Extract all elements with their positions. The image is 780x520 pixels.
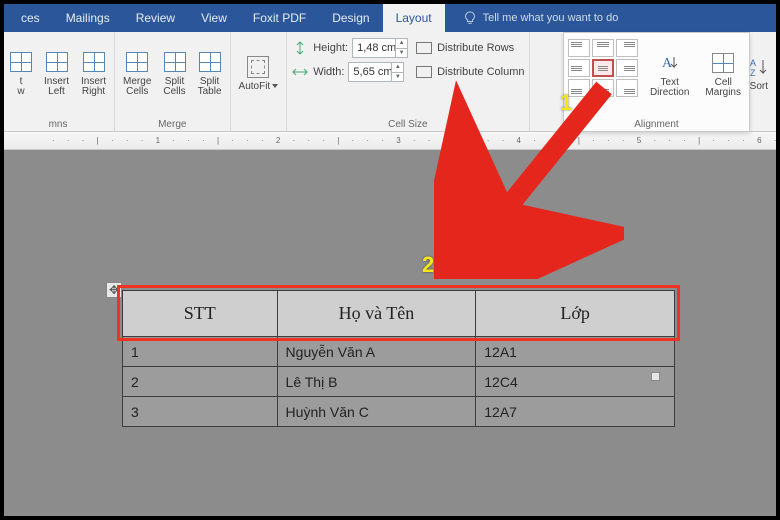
tab-design[interactable]: Design [319, 4, 382, 32]
tell-me-search[interactable]: Tell me what you want to do [445, 4, 619, 32]
width-input[interactable]: 5,65 cm▲▼ [348, 62, 404, 82]
table-header-class[interactable]: Lớp [476, 291, 675, 337]
ribbon-bar: tw InsertLeft InsertRight mns MergeCells… [4, 32, 776, 132]
insert-left-button[interactable]: InsertLeft [40, 34, 73, 112]
merge-cells-button[interactable]: MergeCells [119, 34, 155, 112]
annotation-callout-2: 2 [422, 252, 434, 278]
table-row: 1Nguyễn Văn A12A1 [123, 337, 675, 367]
lightbulb-icon [463, 11, 477, 25]
document-area: ✥ STT Họ và Tên Lớp 1Nguyễn Văn A12A1 2L… [4, 150, 776, 516]
cell-margins-button[interactable]: Cell Margins [701, 35, 745, 113]
group-label-cell-size: Cell Size [291, 118, 524, 130]
document-table[interactable]: STT Họ và Tên Lớp 1Nguyễn Văn A12A1 2Lê … [122, 290, 675, 427]
tell-me-label: Tell me what you want to do [483, 12, 619, 24]
align-middle-right[interactable] [616, 59, 638, 77]
distribute-rows-button[interactable]: Distribute Rows [416, 38, 524, 58]
tab-review[interactable]: Review [123, 4, 188, 32]
align-top-right[interactable] [616, 39, 638, 57]
align-top-center[interactable] [592, 39, 614, 57]
table-row: 3Huỳnh Văn C12A7 [123, 397, 675, 427]
insert-right-button[interactable]: InsertRight [77, 34, 110, 112]
tab-foxit-pdf[interactable]: Foxit PDF [240, 4, 319, 32]
distribute-columns-button[interactable]: Distribute Column [416, 62, 524, 82]
tab-view[interactable]: View [188, 4, 240, 32]
insert-below-button[interactable]: tw [6, 34, 36, 112]
tab-references-partial[interactable]: ces [8, 4, 53, 32]
align-bottom-right[interactable] [616, 79, 638, 97]
svg-text:Z: Z [750, 68, 756, 77]
align-bottom-center[interactable] [592, 79, 614, 97]
ribbon-tabs: ces Mailings Review View Foxit PDF Desig… [4, 4, 776, 32]
table-move-handle[interactable]: ✥ [106, 282, 122, 298]
align-middle-left[interactable] [568, 59, 590, 77]
tab-mailings[interactable]: Mailings [53, 4, 123, 32]
group-label-rows-columns: mns [6, 118, 110, 130]
table-resize-handle[interactable] [651, 372, 660, 381]
chevron-down-icon [272, 84, 278, 88]
width-icon [291, 65, 309, 79]
width-label: Width: [313, 66, 344, 78]
height-label: Height: [313, 42, 348, 54]
height-input[interactable]: 1,48 cm▲▼ [352, 38, 408, 58]
height-icon [291, 41, 309, 55]
align-top-left[interactable] [568, 39, 590, 57]
svg-text:A: A [750, 58, 756, 68]
table-header-name[interactable]: Họ và Tên [277, 291, 476, 337]
align-middle-center[interactable] [592, 59, 614, 77]
svg-text:A: A [662, 56, 673, 71]
annotation-callout-1: 1 [560, 90, 572, 116]
alignment-grid [568, 35, 638, 97]
horizontal-ruler[interactable]: · · · | · · · 1 · · · | · · · 2 · · · | … [4, 132, 776, 150]
split-table-button[interactable]: SplitTable [194, 34, 226, 112]
table-header-stt[interactable]: STT [123, 291, 278, 337]
tab-layout[interactable]: Layout [383, 4, 445, 32]
group-label-merge: Merge [119, 118, 226, 130]
text-direction-button[interactable]: AText Direction [646, 35, 693, 113]
autofit-button[interactable]: AutoFit [235, 34, 283, 112]
table-row: 2Lê Thị B12C4 [123, 367, 675, 397]
split-cells-button[interactable]: SplitCells [159, 34, 189, 112]
group-label-alignment: Alignment [568, 118, 745, 130]
